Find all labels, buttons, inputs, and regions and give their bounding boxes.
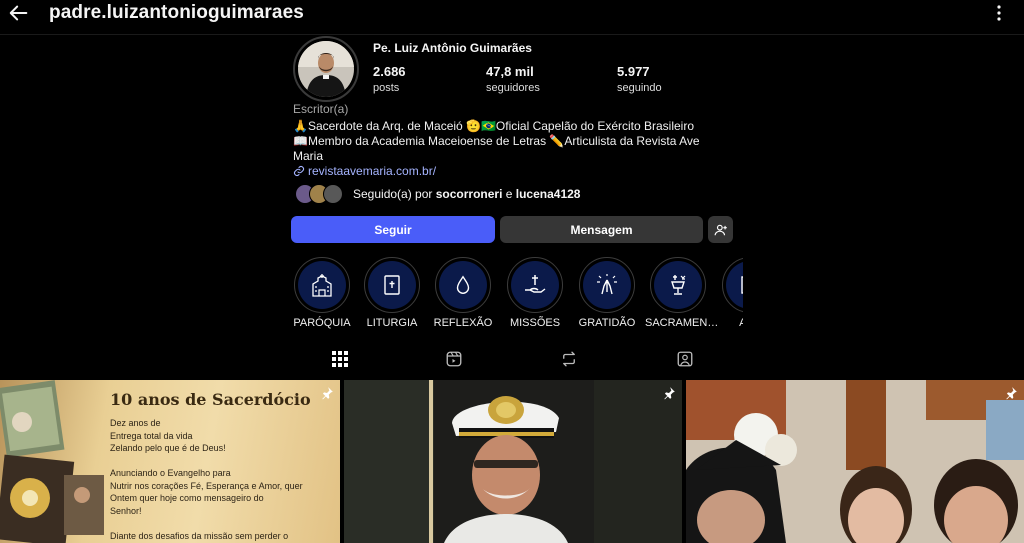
- highlight-label: MISSÕES: [509, 317, 561, 329]
- post-tile[interactable]: 10 anos de Sacerdócio Dez anos de Entreg…: [0, 380, 340, 543]
- highlight-reflexao[interactable]: REFLEXÃO: [430, 257, 496, 329]
- tab-posts[interactable]: [329, 348, 351, 370]
- highlight-ring: [364, 257, 420, 313]
- followers-count: 47,8 mil: [486, 64, 534, 79]
- grid-icon: [332, 351, 348, 367]
- highlight-ring: [435, 257, 491, 313]
- more-options-icon[interactable]: [990, 4, 1008, 22]
- post-tile[interactable]: [686, 380, 1024, 543]
- top-bar: padre.luizantonioguimaraes: [0, 0, 1024, 30]
- story-highlights: PARÓQUIA LITURGIA REFLEXÃO MISSÕES GRATI…: [289, 257, 743, 333]
- highlight-missoes[interactable]: MISSÕES: [502, 257, 568, 329]
- profile-avatar[interactable]: [293, 36, 359, 102]
- stat-followers[interactable]: 47,8 mil seguidores: [486, 64, 540, 94]
- frame-icon: [741, 276, 743, 294]
- header-divider: [0, 34, 1024, 35]
- post-text: Dez anos de Entrega total da vida Zeland…: [110, 418, 303, 541]
- tab-reposts[interactable]: [558, 348, 580, 370]
- post-title: 10 anos de Sacerdócio: [110, 390, 311, 409]
- highlight-art[interactable]: ART: [717, 257, 743, 329]
- followers-label: seguidores: [486, 82, 540, 94]
- add-person-icon: [714, 224, 727, 235]
- tab-tagged[interactable]: [674, 348, 696, 370]
- highlight-label: LITURGIA: [366, 317, 418, 329]
- reels-icon: [446, 351, 462, 367]
- bio-line: 🙏Sacerdote da Arq. de Maceió 🫡🇧🇷Oficial …: [293, 119, 695, 133]
- profile-full-name: Pe. Luiz Antônio Guimarães: [373, 41, 532, 55]
- highlight-label: PARÓQUIA: [293, 317, 351, 329]
- post-portrait-image: [344, 380, 682, 543]
- following-label: seguindo: [617, 82, 662, 94]
- highlight-label: REFLEXÃO: [433, 317, 493, 329]
- following-count: 5.977: [617, 64, 650, 79]
- highlight-ring: [294, 257, 350, 313]
- posts-grid: 10 anos de Sacerdócio Dez anos de Entreg…: [0, 380, 1024, 543]
- bible-icon: [384, 275, 400, 295]
- highlight-liturgia[interactable]: LITURGIA: [359, 257, 425, 329]
- stat-posts[interactable]: 2.686 posts: [373, 64, 406, 94]
- post-tile[interactable]: [344, 380, 682, 543]
- highlight-ring: [722, 257, 743, 313]
- tagged-icon: [677, 351, 693, 367]
- bio-line: 📖Membro da Academia Maceioense de Letras…: [293, 134, 700, 148]
- followed-by-prefix: Seguido(a) por: [353, 187, 436, 201]
- bio-line: Maria: [293, 149, 324, 163]
- profile-bio: 🙏Sacerdote da Arq. de Maceió 🫡🇧🇷Oficial …: [293, 119, 733, 164]
- tab-reels[interactable]: [443, 348, 465, 370]
- pin-icon: [322, 387, 333, 400]
- follower-avatar: [323, 184, 343, 204]
- follower-username[interactable]: lucena4128: [516, 187, 581, 201]
- profile-tabs: [293, 348, 743, 374]
- repost-icon: [563, 351, 575, 367]
- praying-hands-icon: [597, 274, 617, 295]
- avatar-photo: [298, 41, 354, 97]
- posts-count: 2.686: [373, 64, 406, 79]
- profile-username: padre.luizantonioguimaraes: [49, 2, 304, 23]
- followed-by-text: Seguido(a) por socorroneri e lucena4128: [353, 187, 580, 201]
- followed-by-conj: e: [502, 187, 516, 201]
- back-arrow-icon[interactable]: [8, 2, 30, 24]
- profile-category: Escritor(a): [293, 102, 349, 116]
- highlight-gratidao[interactable]: GRATIDÃO: [574, 257, 640, 329]
- highlight-ring: [507, 257, 563, 313]
- followed-by[interactable]: Seguido(a) por socorroneri e lucena4128: [295, 182, 580, 206]
- drop-icon: [456, 275, 470, 294]
- highlight-ring: [650, 257, 706, 313]
- profile-link[interactable]: revistaavemaria.com.br/: [293, 164, 436, 178]
- church-icon: [312, 274, 332, 297]
- highlight-label: GRATIDÃO: [578, 317, 636, 329]
- suggest-users-button[interactable]: [708, 216, 733, 243]
- follow-button[interactable]: Seguir: [291, 216, 495, 243]
- pin-icon: [1006, 387, 1017, 400]
- posts-label: posts: [373, 82, 400, 94]
- highlight-label: ART: [739, 317, 743, 329]
- pin-icon: [664, 387, 675, 400]
- post-collage-image: [0, 380, 104, 543]
- hand-cross-icon: [525, 275, 546, 293]
- highlight-sacramentos[interactable]: SACRAMEN…: [645, 257, 719, 329]
- highlight-ring: [579, 257, 635, 313]
- link-text: revistaavemaria.com.br/: [308, 164, 437, 178]
- link-icon: [293, 165, 305, 177]
- chalice-icon: [671, 275, 686, 295]
- message-button[interactable]: Mensagem: [500, 216, 703, 243]
- post-group-photo: [686, 380, 1024, 543]
- stat-following[interactable]: 5.977 seguindo: [617, 64, 662, 94]
- highlight-label: SACRAMEN…: [645, 317, 719, 329]
- highlight-paroquia[interactable]: PARÓQUIA: [289, 257, 355, 329]
- follower-username[interactable]: socorroneri: [436, 187, 503, 201]
